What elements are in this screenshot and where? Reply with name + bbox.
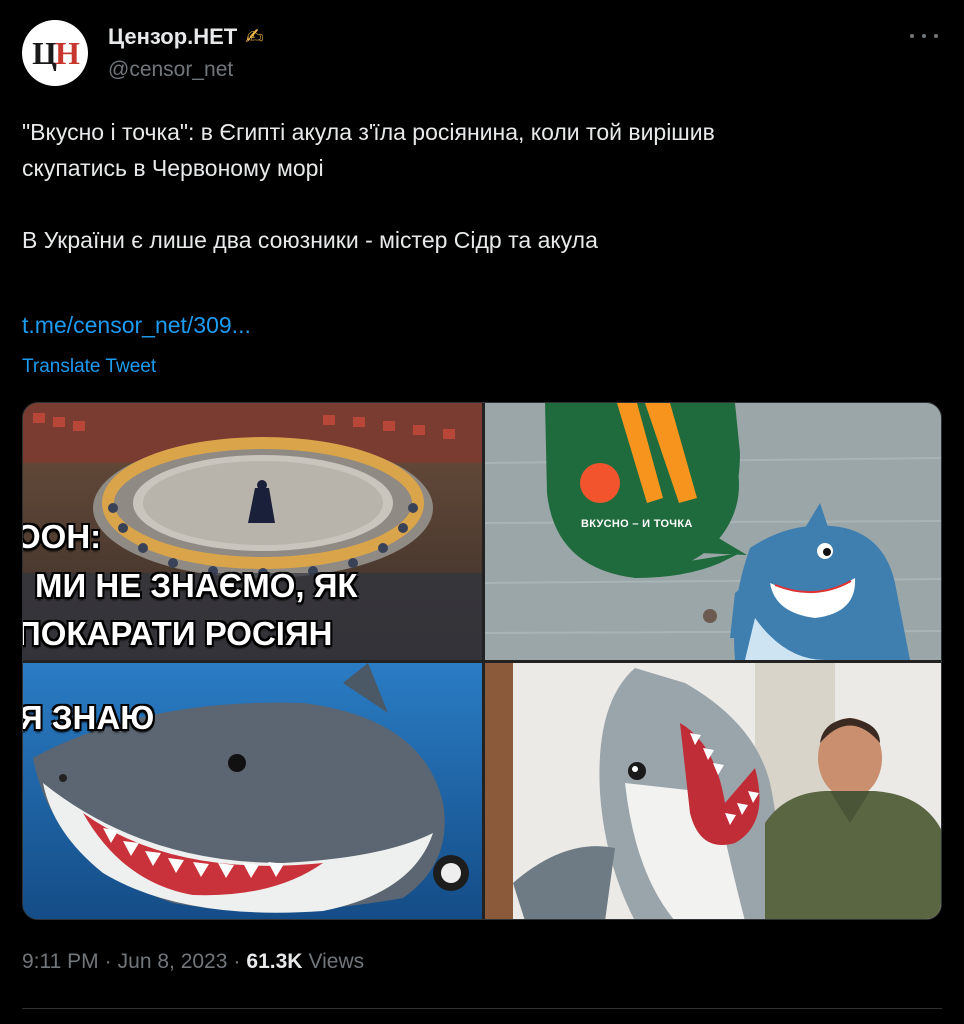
tweet-text-line: "Вкусно і точка": в Єгипті акула з'їла р… — [22, 119, 715, 145]
tweet-time[interactable]: 9:11 PM — [22, 950, 99, 974]
translate-tweet-button[interactable]: Translate Tweet — [22, 356, 156, 378]
tweet-text-line: скупатись в Червоному морі — [22, 155, 324, 181]
media-image-great-white[interactable]: Я ЗНАЮ — [23, 663, 482, 919]
meme-caption-line: ООН: — [23, 518, 102, 555]
user-handle[interactable]: @censor_net — [108, 58, 233, 82]
tweet-meta: 9:11 PM · Jun 8, 2023 · 61.3K Views — [22, 950, 364, 974]
writing-hand-icon: ✍ — [245, 24, 264, 49]
media-image-brand-shark[interactable]: ВКУСНО – И ТОЧКА — [485, 403, 941, 660]
divider — [22, 1008, 942, 1009]
views-count[interactable]: 61.3K — [246, 950, 302, 974]
avatar-letter-2: Н — [55, 34, 80, 71]
tweet-link[interactable]: t.me/censor_net/309... — [22, 312, 251, 339]
meme-caption-line: ПОКАРАТИ РОСІЯН — [23, 615, 333, 652]
separator-dot: · — [233, 950, 241, 973]
media-image-un-council[interactable]: ООН: МИ НЕ ЗНАЄМО, ЯК ПОКАРАТИ РОСІЯН — [23, 403, 482, 660]
tweet-text: "Вкусно і точка": в Єгипті акула з'їла р… — [22, 114, 922, 258]
more-options-icon[interactable] — [910, 30, 938, 42]
avatar-letter-1: Ц — [32, 34, 57, 71]
media-grid[interactable]: ООН: МИ НЕ ЗНАЄМО, ЯК ПОКАРАТИ РОСІЯН ВК… — [22, 402, 942, 920]
display-name[interactable]: Цензор.НЕТ — [108, 24, 237, 50]
name-row[interactable]: Цензор.НЕТ ✍ — [108, 24, 264, 50]
meme-caption-line: МИ НЕ ЗНАЄМО, ЯК — [35, 567, 358, 604]
media-image-shark-puppet[interactable] — [485, 663, 941, 919]
shark-puppet-illustration — [485, 663, 941, 919]
views-label: Views — [308, 950, 365, 973]
meme-caption-line: Я ЗНАЮ — [23, 699, 155, 736]
tweet-text-line: В України є лише два союзники - містер С… — [22, 227, 598, 253]
tweet-header: ЦН Цензор.НЕТ ✍ @censor_net — [22, 20, 942, 90]
tweet-date[interactable]: Jun 8, 2023 — [118, 950, 228, 974]
separator-dot: · — [104, 950, 112, 973]
avatar[interactable]: ЦН — [22, 20, 88, 86]
brand-shark-illustration — [485, 403, 941, 660]
brand-label: ВКУСНО – И ТОЧКА — [581, 518, 693, 530]
